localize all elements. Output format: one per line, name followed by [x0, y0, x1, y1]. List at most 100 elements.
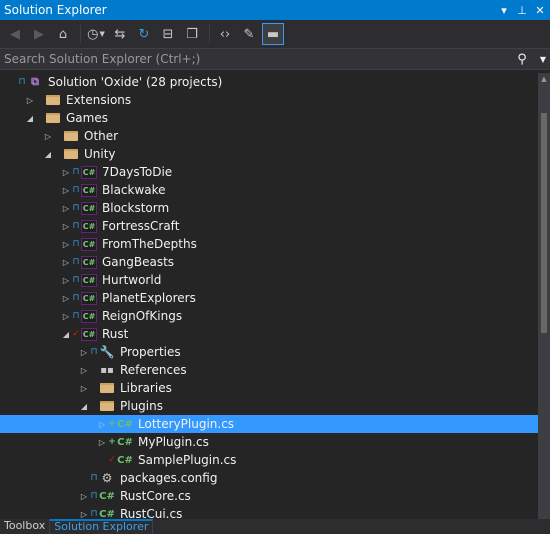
clock-icon: ◷: [87, 26, 99, 42]
collapsed-arrow-icon[interactable]: ▷: [78, 487, 90, 505]
csharp-file-icon: C#: [117, 436, 133, 448]
tree-item[interactable]: ✓ C# SamplePlugin.cs: [0, 451, 538, 469]
vertical-scrollbar[interactable]: ▲: [538, 73, 550, 519]
collapsed-arrow-icon[interactable]: ▷: [78, 361, 90, 379]
collapsed-arrow-icon[interactable]: ▷: [78, 505, 90, 519]
collapsed-arrow-icon[interactable]: ▷: [60, 217, 72, 235]
refresh-button[interactable]: ↻: [133, 23, 155, 45]
properties-button[interactable]: ✎: [238, 23, 260, 45]
tree-item[interactable]: ▷ ⊓ C# ReignOfKings: [0, 307, 538, 325]
expanded-arrow-icon[interactable]: ◢: [24, 109, 36, 127]
tree-item[interactable]: ▷ Extensions: [0, 91, 538, 109]
tree-item[interactable]: ▷ ⊓ C# GangBeasts: [0, 253, 538, 271]
tree-item[interactable]: ⊓ ⧉ Solution 'Oxide' (28 projects): [0, 73, 538, 91]
no-state: [90, 361, 98, 379]
tree-item[interactable]: ▷ ⊓ C# RustCore.cs: [0, 487, 538, 505]
solution-tree: ⊓ ⧉ Solution 'Oxide' (28 projects) ▷ Extensi…: [0, 73, 538, 519]
folder-icon: [99, 398, 115, 414]
pin-icon[interactable]: ⊥: [514, 1, 530, 19]
back-button[interactable]: ◀: [4, 23, 26, 45]
tree-item[interactable]: ▷ + C# LotteryPlugin.cs: [0, 415, 538, 433]
csharp-file-icon: C#: [99, 490, 115, 502]
arrow-right-icon: ▶: [34, 26, 44, 42]
collapsed-arrow-icon[interactable]: ▷: [78, 343, 90, 361]
collapsed-arrow-icon[interactable]: ▷: [60, 199, 72, 217]
search-input[interactable]: [0, 52, 508, 66]
tree-item[interactable]: ▷ ⊓ 🔧 Properties: [0, 343, 538, 361]
title-bar: Solution Explorer ▾ ⊥ ✕: [0, 0, 550, 20]
collapsed-arrow-icon[interactable]: ▷: [96, 415, 108, 433]
search-icon[interactable]: ⚲: [508, 52, 536, 67]
tree-item[interactable]: ▷ ⊓ C# 7DaysToDie: [0, 163, 538, 181]
tree-item[interactable]: ▷ ⊓ C# RustCui.cs: [0, 505, 538, 519]
collapsed-arrow-icon[interactable]: ▷: [96, 433, 108, 451]
home-button[interactable]: ⌂: [52, 23, 74, 45]
dropdown-icon[interactable]: ▾: [496, 1, 512, 19]
home-icon: ⌂: [58, 26, 68, 42]
tree-item[interactable]: ◢ Games: [0, 109, 538, 127]
collapsed-arrow-icon[interactable]: ▷: [60, 235, 72, 253]
collapsed-arrow-icon[interactable]: ▷: [60, 271, 72, 289]
no-state: [54, 145, 62, 163]
scroll-up-icon[interactable]: ▲: [538, 73, 550, 85]
tree-item[interactable]: ▷ ⊓ C# Hurtworld: [0, 271, 538, 289]
collapsed-arrow-icon[interactable]: ▷: [42, 127, 54, 145]
show-all-files-button[interactable]: ❐: [181, 23, 203, 45]
collapsed-arrow-icon[interactable]: ▷: [78, 379, 90, 397]
tree-item[interactable]: ⊓ ⚙ packages.config: [0, 469, 538, 487]
search-options-icon[interactable]: ▼: [536, 55, 550, 64]
wrench-icon: ✎: [243, 26, 255, 42]
sync-arrows-icon: ⇆: [114, 26, 126, 42]
scrollbar-thumb[interactable]: [541, 113, 547, 333]
csharp-file-icon: C#: [99, 508, 115, 520]
no-expander: [78, 469, 90, 487]
tree-item-label: GangBeasts: [102, 255, 175, 269]
tree-item[interactable]: ▷ ⊓ C# FortressCraft: [0, 217, 538, 235]
toolbar: ◀ ▶ ⌂ ◷ ▼ ⇆ ↻ ⊟ ❐ ‹› ✎ ▬: [0, 20, 550, 48]
collapsed-arrow-icon[interactable]: ▷: [60, 181, 72, 199]
tree-item[interactable]: ▷ Other: [0, 127, 538, 145]
lock-state-icon: ⊓: [72, 239, 80, 249]
folder-icon: [45, 92, 61, 108]
history-button[interactable]: ◷ ▼: [85, 23, 107, 45]
collapsed-arrow-icon[interactable]: ▷: [60, 307, 72, 325]
tree-item[interactable]: ▷ Libraries: [0, 379, 538, 397]
collapse-all-button[interactable]: ⊟: [157, 23, 179, 45]
collapsed-arrow-icon[interactable]: ▷: [60, 253, 72, 271]
forward-button[interactable]: ▶: [28, 23, 50, 45]
close-icon[interactable]: ✕: [532, 1, 548, 19]
sync-button[interactable]: ⇆: [109, 23, 131, 45]
view-code-button[interactable]: ‹›: [214, 23, 236, 45]
csharp-project-icon: C#: [81, 237, 97, 251]
lock-state-icon: ⊓: [72, 203, 80, 213]
tree-item-label: References: [120, 363, 187, 377]
toolbar-divider: [209, 25, 210, 43]
collapsed-arrow-icon[interactable]: ▷: [24, 91, 36, 109]
collapsed-arrow-icon[interactable]: ▷: [60, 289, 72, 307]
tree-item[interactable]: ▷ ⊓ C# Blockstorm: [0, 199, 538, 217]
expanded-arrow-icon[interactable]: ◢: [42, 145, 54, 163]
tree-item[interactable]: ◢ Unity: [0, 145, 538, 163]
expanded-arrow-icon[interactable]: ◢: [78, 397, 90, 415]
tree-item-label: Hurtworld: [102, 273, 162, 287]
tab-toolbox[interactable]: Toolbox: [0, 519, 51, 534]
tree-item-label: Blockstorm: [102, 201, 170, 215]
check-state-icon: ✓: [108, 455, 116, 465]
collapsed-arrow-icon[interactable]: ▷: [60, 163, 72, 181]
tree-item[interactable]: ◢ ✓ C# Rust: [0, 325, 538, 343]
tree-item[interactable]: ▷ ▪▪ References: [0, 361, 538, 379]
tree-item[interactable]: ▷ ⊓ C# Blackwake: [0, 181, 538, 199]
tree-item[interactable]: ▷ ⊓ C# FromTheDepths: [0, 235, 538, 253]
tree-item[interactable]: ▷ + C# MyPlugin.cs: [0, 433, 538, 451]
tree-item-label: ReignOfKings: [102, 309, 183, 323]
tree-item[interactable]: ▷ ⊓ C# PlanetExplorers: [0, 289, 538, 307]
tree-item-label: FortressCraft: [102, 219, 180, 233]
tree-item-label: PlanetExplorers: [102, 291, 196, 305]
folder-icon: [99, 380, 115, 396]
preview-button[interactable]: ▬: [262, 23, 284, 45]
tree-item-label: RustCui.cs: [120, 507, 183, 519]
tab-solution-explorer[interactable]: Solution Explorer: [50, 519, 154, 534]
expanded-arrow-icon[interactable]: ◢: [60, 325, 72, 343]
tree-item[interactable]: ◢ Plugins: [0, 397, 538, 415]
no-state: [36, 109, 44, 127]
